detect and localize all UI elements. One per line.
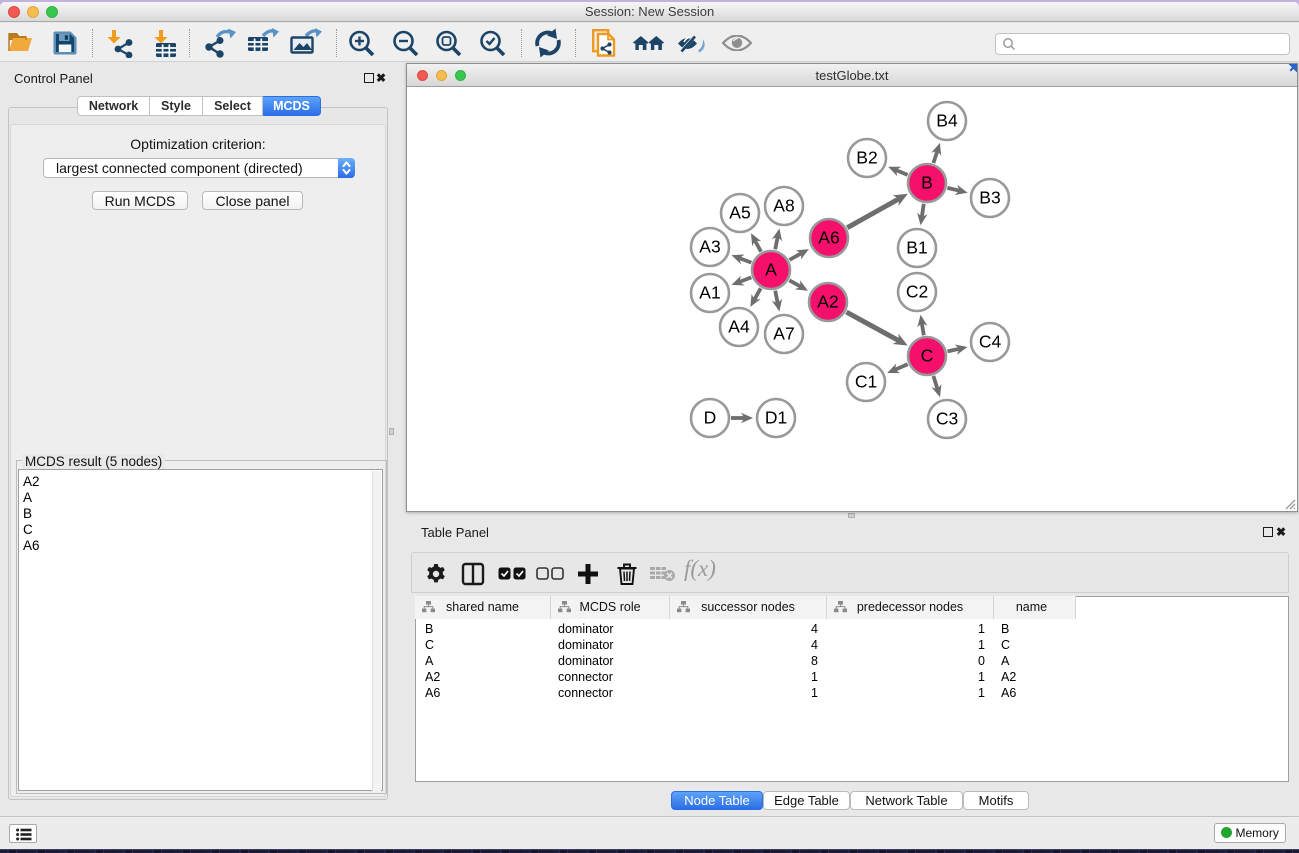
- svg-text:B3: B3: [979, 188, 1000, 208]
- svg-text:C1: C1: [855, 372, 877, 392]
- svg-text:A5: A5: [729, 203, 750, 223]
- svg-text:A7: A7: [773, 324, 794, 344]
- svg-text:A6: A6: [818, 228, 839, 248]
- svg-text:B: B: [921, 173, 933, 193]
- svg-text:B2: B2: [856, 148, 877, 168]
- svg-text:C2: C2: [906, 282, 928, 302]
- svg-text:A4: A4: [728, 317, 750, 337]
- svg-text:C4: C4: [979, 332, 1002, 352]
- svg-text:D: D: [704, 408, 717, 428]
- svg-text:B4: B4: [936, 111, 958, 131]
- svg-text:A1: A1: [699, 283, 720, 303]
- svg-text:C3: C3: [936, 409, 958, 429]
- svg-text:A8: A8: [773, 196, 794, 216]
- svg-text:A: A: [765, 260, 777, 280]
- svg-text:A3: A3: [699, 237, 720, 257]
- svg-text:A2: A2: [817, 292, 838, 312]
- svg-text:B1: B1: [906, 238, 927, 258]
- svg-text:D1: D1: [765, 408, 787, 428]
- svg-text:C: C: [921, 346, 934, 366]
